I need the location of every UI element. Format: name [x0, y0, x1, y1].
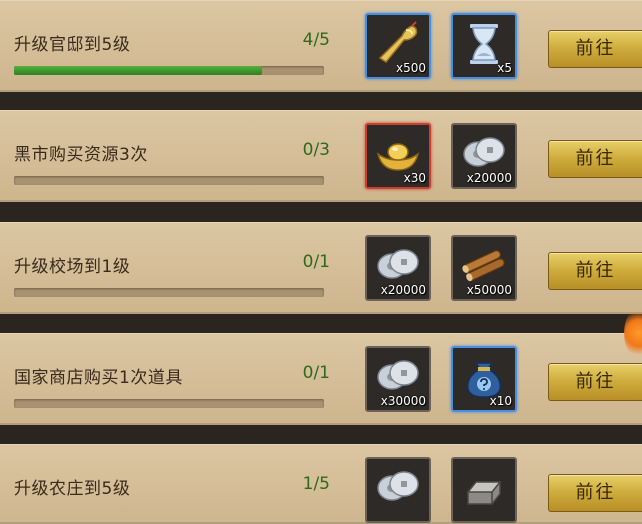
go-button[interactable]: 前往 [548, 252, 642, 290]
progress-bar [14, 176, 324, 185]
go-button[interactable]: 前往 [548, 363, 642, 401]
task-progress-text: 0/1 [302, 252, 330, 272]
reward-slot[interactable]: x5 [451, 13, 517, 79]
task-name: 升级农庄到5级 [14, 479, 131, 499]
go-button[interactable]: 前往 [548, 474, 642, 512]
progress-bar [14, 288, 324, 297]
reward-slot[interactable]: x30000 [365, 346, 431, 412]
reward-slot[interactable]: x30 [365, 123, 431, 189]
iron-ingot-icon [466, 481, 502, 505]
task-progress-text: 0/1 [302, 363, 330, 383]
reward-count: x50000 [466, 283, 512, 297]
task-row: 升级校场到1级 0/1 x20000 x50000 前往 [0, 222, 642, 314]
reward-slot[interactable]: x10 [451, 346, 517, 412]
reward-count: x20000 [466, 171, 512, 185]
task-progress-text: 1/5 [302, 474, 330, 494]
task-progress-text: 4/5 [302, 30, 330, 50]
task-row: 升级官邸到5级 4/5 x500 x5 前往 [0, 0, 642, 92]
reward-slot[interactable]: x50000 [451, 235, 517, 301]
silver-coins-icon [377, 471, 419, 501]
task-row: 升级农庄到5级 1/5 前往 [0, 444, 642, 524]
task-name: 国家商店购买1次道具 [14, 368, 183, 388]
go-button[interactable]: 前往 [548, 140, 642, 178]
task-row: 国家商店购买1次道具 0/1 x30000 x10 前往 [0, 333, 642, 425]
progress-bar [14, 399, 324, 408]
reward-count: x10 [489, 394, 512, 408]
reward-slot[interactable] [451, 457, 517, 523]
reward-slot[interactable]: x20000 [451, 123, 517, 189]
reward-count: x500 [395, 61, 426, 75]
reward-slot[interactable]: x20000 [365, 235, 431, 301]
reward-count: x30000 [380, 394, 426, 408]
reward-count: x30 [403, 171, 426, 185]
task-list: 升级官邸到5级 4/5 x500 x5 前往 黑市购买资源3次 0/3 x30 … [0, 0, 642, 524]
task-row: 黑市购买资源3次 0/3 x30 x20000 前往 [0, 110, 642, 202]
task-name: 黑市购买资源3次 [14, 145, 148, 165]
reward-slot[interactable] [365, 457, 431, 523]
task-name: 升级官邸到5级 [14, 35, 131, 55]
progress-bar [14, 66, 324, 75]
reward-slot[interactable]: x500 [365, 13, 431, 79]
reward-count: x20000 [380, 283, 426, 297]
task-name: 升级校场到1级 [14, 257, 131, 277]
reward-count: x5 [497, 61, 512, 75]
progress-bar-fill [14, 66, 262, 75]
go-button[interactable]: 前往 [548, 30, 642, 68]
task-progress-text: 0/3 [302, 140, 330, 160]
